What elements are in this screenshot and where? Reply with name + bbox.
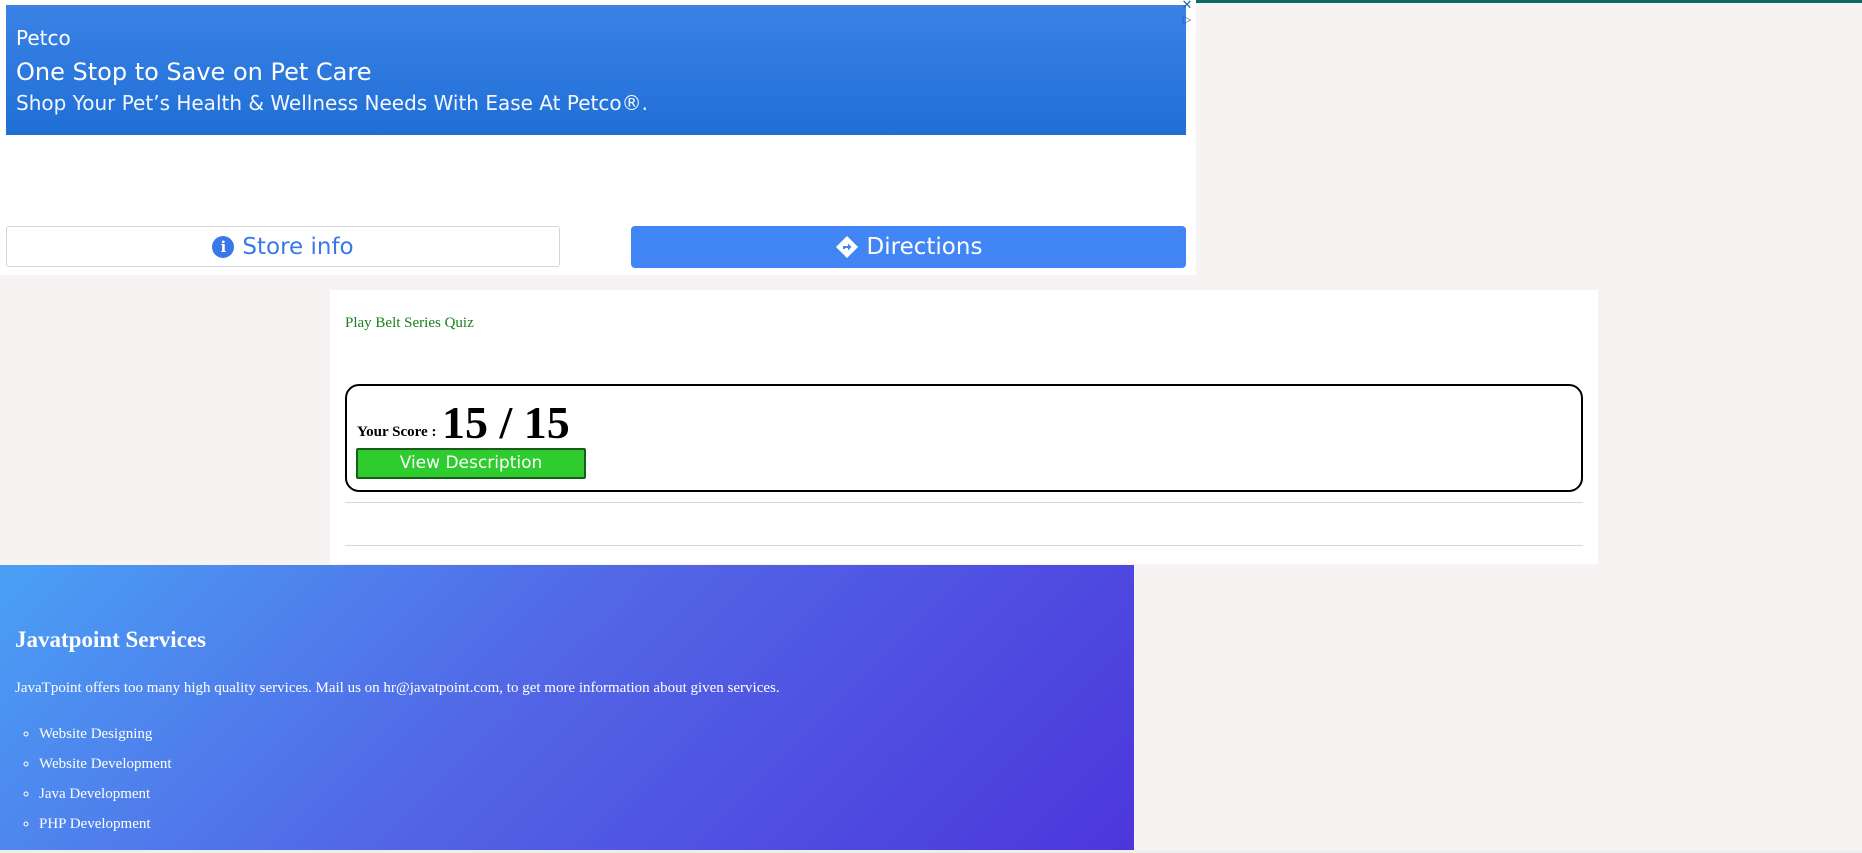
ad-close-icon[interactable]: ✕ <box>1180 0 1194 12</box>
services-title: Javatpoint Services <box>15 627 207 652</box>
divider <box>345 545 1583 546</box>
advertisement[interactable]: Petco One Stop to Save on Pet Care Shop … <box>0 0 1196 275</box>
score-box: Your Score : 15 / 15 View Description <box>345 384 1583 492</box>
quiz-result-card: Play Belt Series Quiz Your Score : 15 / … <box>330 290 1598 564</box>
play-quiz-link[interactable]: Play Belt Series Quiz <box>345 315 474 332</box>
ad-headline: One Stop to Save on Pet Care <box>16 58 372 86</box>
ad-subline: Shop Your Pet’s Health & Wellness Needs … <box>16 91 648 115</box>
ad-brand: Petco <box>16 26 71 50</box>
divider <box>345 502 1583 503</box>
list-item: PHP Development <box>39 815 172 845</box>
directions-button[interactable]: Directions <box>631 226 1186 268</box>
view-description-button[interactable]: View Description <box>356 448 586 479</box>
page: Petco One Stop to Save on Pet Care Shop … <box>0 0 1862 853</box>
list-item: Website Development <box>39 755 172 785</box>
info-icon: i <box>212 235 235 258</box>
directions-icon <box>835 236 858 258</box>
adchoices-icon[interactable]: ▷ <box>1180 13 1194 27</box>
list-item: Java Development <box>39 785 172 815</box>
score-value: 15 / 15 <box>442 397 570 448</box>
store-info-label: Store info <box>242 233 354 260</box>
score-label: Your Score : <box>357 424 437 440</box>
ad-banner[interactable]: Petco One Stop to Save on Pet Care Shop … <box>6 5 1186 135</box>
top-strip <box>1196 0 1862 3</box>
directions-label: Directions <box>866 234 983 260</box>
services-section: Javatpoint Services JavaTpoint offers to… <box>0 565 1134 850</box>
services-list: Website Designing Website Development Ja… <box>15 725 172 845</box>
list-item: Website Designing <box>39 725 172 755</box>
store-info-button[interactable]: i Store info <box>6 226 560 267</box>
services-description: JavaTpoint offers too many high quality … <box>15 680 780 696</box>
